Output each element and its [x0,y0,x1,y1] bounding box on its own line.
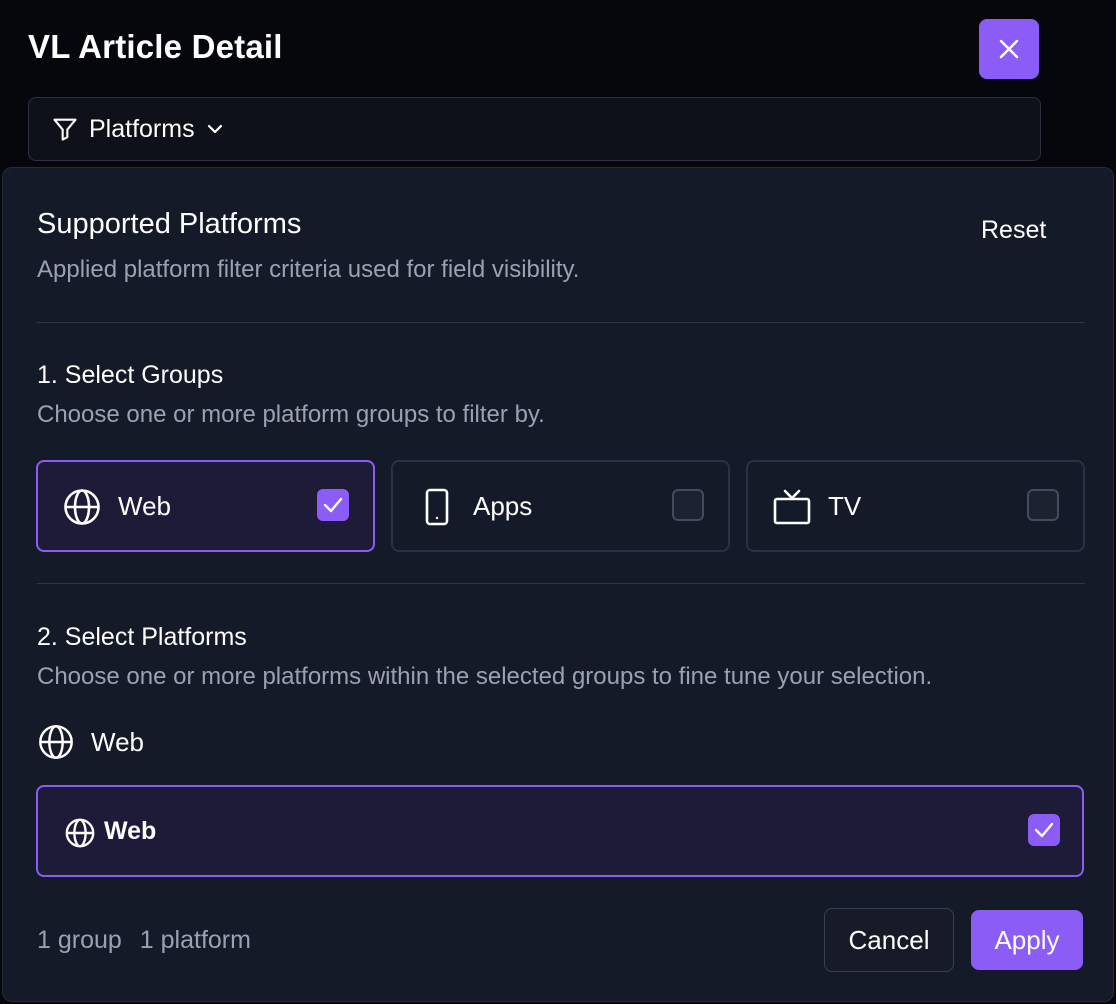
platform-group-heading: Web [37,722,144,762]
group-card-tv[interactable]: TV [746,460,1085,552]
platform-checkbox-web[interactable] [1028,814,1060,846]
mobile-icon [425,488,449,526]
selection-summary: 1 group 1 platform [37,926,251,955]
globe-icon [39,725,73,759]
group-checkbox-tv[interactable] [1027,489,1059,521]
cancel-button[interactable]: Cancel [824,908,954,972]
divider [37,583,1085,584]
group-checkbox-apps[interactable] [672,489,704,521]
groups-section-description: Choose one or more platform groups to fi… [37,401,545,428]
platforms-popover: Supported Platforms Applied platform fil… [2,167,1114,1002]
close-button[interactable] [979,19,1039,79]
globe-icon [65,818,95,848]
filter-label: Platforms [89,114,195,143]
checkmark-icon [1034,822,1054,838]
filter-icon [53,118,77,141]
groups-section-title: 1. Select Groups [37,361,224,389]
platform-label: Web [104,817,157,845]
group-label: Apps [473,491,533,521]
checkmark-icon [323,497,343,513]
reset-button[interactable]: Reset [981,216,1046,245]
panel-subtitle: Applied platform filter criteria used fo… [37,256,580,283]
close-icon [999,39,1019,59]
filter-bar: Platforms [28,97,1041,161]
group-checkbox-web[interactable] [317,489,349,521]
page: VL Article Detail Platforms Supported Pl… [0,0,1116,1004]
chevron-down-icon [207,124,222,134]
tv-icon [773,489,811,525]
platforms-section-title: 2. Select Platforms [37,623,247,651]
apply-button[interactable]: Apply [971,910,1083,970]
group-count: 1 group [37,926,122,954]
panel-title: Supported Platforms [37,208,302,240]
platform-count: 1 platform [139,926,251,954]
platform-row-web[interactable]: Web [36,785,1084,877]
platforms-section-description: Choose one or more platforms within the … [37,663,933,690]
divider [37,322,1085,323]
globe-icon [64,489,100,525]
platforms-filter-dropdown[interactable]: Platforms [51,112,225,146]
group-card-apps[interactable]: Apps [391,460,730,552]
group-label: TV [828,491,862,521]
group-card-web[interactable]: Web [36,460,375,552]
page-title: VL Article Detail [28,28,283,65]
platform-group-label: Web [91,726,144,757]
group-label: Web [118,491,171,521]
